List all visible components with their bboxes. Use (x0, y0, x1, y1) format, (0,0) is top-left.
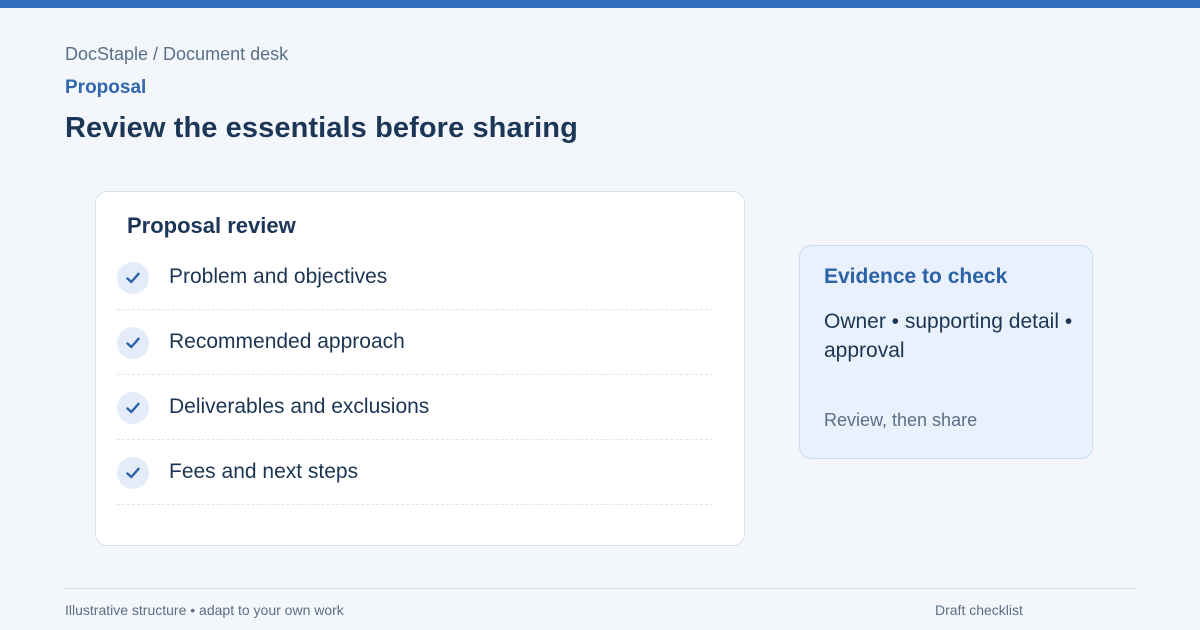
evidence-card: Evidence to check Owner • supporting det… (799, 245, 1093, 459)
checklist-item-label: Recommended approach (169, 330, 405, 353)
footer-status: Draft checklist (935, 602, 1023, 618)
checklist-item-label: Fees and next steps (169, 460, 359, 483)
document-type-label: Proposal (65, 77, 147, 98)
footer-divider (65, 588, 1135, 589)
page-title: Review the essentials before sharing (65, 112, 578, 144)
checklist-item-problem-objectives[interactable]: Problem and objectives (117, 245, 713, 310)
checklist-item-deliverables-exclusions[interactable]: Deliverables and exclusions (117, 375, 713, 440)
checkmark-icon (117, 327, 149, 359)
breadcrumb[interactable]: DocStaple / Document desk (65, 44, 288, 65)
checklist-item-fees-next-steps[interactable]: Fees and next steps (117, 440, 713, 505)
checkmark-icon (117, 392, 149, 424)
footer-note: Illustrative structure • adapt to your o… (65, 602, 344, 618)
evidence-title: Evidence to check (824, 265, 1008, 288)
evidence-details: Owner • supporting detail • approval (824, 310, 1073, 362)
card-title: Proposal review (127, 213, 296, 238)
evidence-note: Review, then share (824, 410, 978, 430)
review-checklist: Problem and objectives Recommended appro… (117, 245, 713, 505)
top-accent-bar (0, 0, 1200, 8)
checklist-item-recommended-approach[interactable]: Recommended approach (117, 310, 713, 375)
checklist-item-label: Deliverables and exclusions (169, 395, 430, 418)
checkmark-icon (117, 262, 149, 294)
checklist-item-label: Problem and objectives (169, 265, 388, 288)
proposal-review-card: Proposal review Problem and objectives R… (95, 191, 745, 546)
checkmark-icon (117, 457, 149, 489)
